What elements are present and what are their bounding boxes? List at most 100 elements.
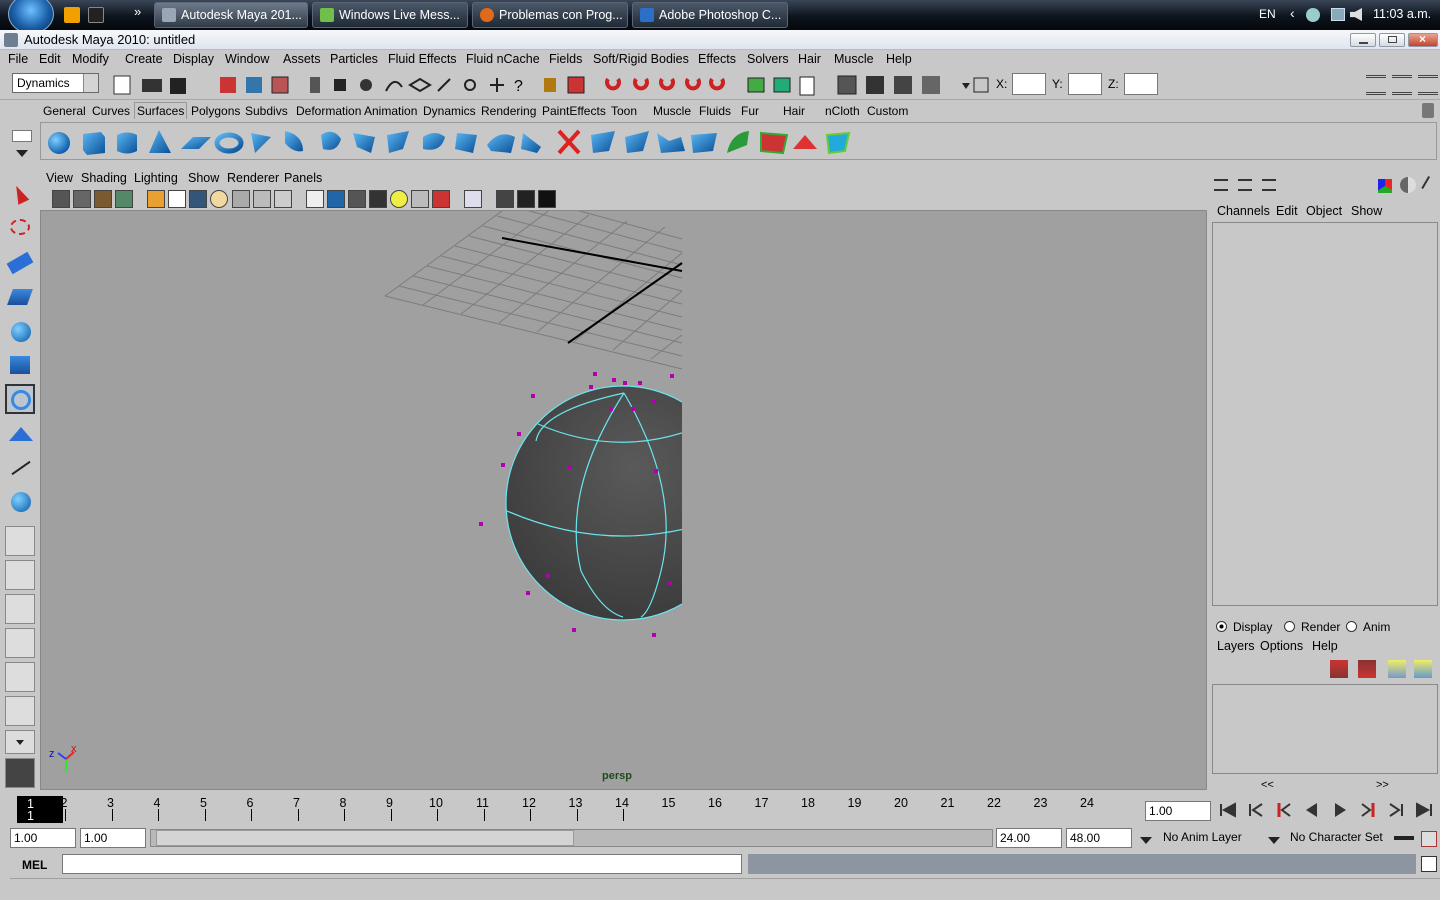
shelf-tab-general[interactable]: General xyxy=(43,104,86,118)
menu-muscle[interactable]: Muscle xyxy=(834,52,874,66)
end-dropdown-chevron-icon[interactable] xyxy=(1140,837,1152,844)
task-maya[interactable]: Autodesk Maya 201... xyxy=(154,2,308,28)
play-forwards-button[interactable] xyxy=(1329,800,1351,820)
menu-solvers[interactable]: Solvers xyxy=(747,52,789,66)
menu-particles[interactable]: Particles xyxy=(330,52,378,66)
shelf-tabs-toggle-icon[interactable] xyxy=(12,130,32,142)
smooth-shade-icon[interactable] xyxy=(327,190,345,208)
panel-menu-shading[interactable]: Shading xyxy=(81,171,127,185)
layer-scroll-left[interactable]: << xyxy=(1261,779,1274,791)
y-field[interactable] xyxy=(1068,73,1102,95)
channel-layer-icon[interactable] xyxy=(1262,179,1276,191)
panel-menu-lighting[interactable]: Lighting xyxy=(134,171,178,185)
task-firefox[interactable]: Problemas con Prog... xyxy=(472,2,628,28)
shelf-tab-animation[interactable]: Animation xyxy=(364,104,417,118)
panel-menu-show[interactable]: Show xyxy=(188,171,219,185)
image-plane-icon[interactable] xyxy=(115,190,133,208)
channel-menu-show[interactable]: Show xyxy=(1351,204,1382,218)
layout-graph-editor[interactable] xyxy=(5,696,35,726)
resolution-gate-icon[interactable] xyxy=(189,190,207,208)
channel-menu-edit[interactable]: Edit xyxy=(1276,204,1298,218)
viewport-persp[interactable]: z x persp xyxy=(40,210,1207,790)
layout-single-perspective[interactable] xyxy=(5,526,35,556)
camera-attributes-icon[interactable] xyxy=(73,190,91,208)
range-slider-handle[interactable] xyxy=(156,830,574,846)
shelf-tab-ncloth[interactable]: nCloth xyxy=(825,104,860,118)
x-field[interactable] xyxy=(1012,73,1046,95)
high-quality-icon[interactable] xyxy=(496,190,514,208)
people-tray-icon[interactable] xyxy=(1306,8,1320,22)
anim-layer-dropdown[interactable]: No Anim Layer xyxy=(1160,828,1260,848)
layout-hypershade[interactable] xyxy=(5,662,35,692)
menu-file[interactable]: File xyxy=(8,52,28,66)
gate-mask-icon[interactable] xyxy=(210,190,228,208)
tool-settings-toggle-icon[interactable] xyxy=(1392,75,1412,95)
shelf-tab-subdivs[interactable]: Subdivs xyxy=(245,104,288,118)
move-tool[interactable] xyxy=(5,282,35,312)
maximize-button[interactable] xyxy=(1379,33,1405,47)
menu-soft-rigid-bodies[interactable]: Soft/Rigid Bodies xyxy=(593,52,689,66)
playblast-icon[interactable] xyxy=(538,190,556,208)
soft-modification-tool[interactable] xyxy=(5,418,35,448)
range-slider[interactable] xyxy=(150,829,993,847)
menu-create[interactable]: Create xyxy=(125,52,163,66)
layer-list[interactable] xyxy=(1212,684,1438,774)
select-camera-icon[interactable] xyxy=(52,190,70,208)
shelf-tab-polygons[interactable]: Polygons xyxy=(191,104,240,118)
shading-toggle-icon[interactable] xyxy=(1400,177,1416,193)
z-field[interactable] xyxy=(1124,73,1158,95)
lights-icon[interactable] xyxy=(390,190,408,208)
clock[interactable]: 11:03 a.m. xyxy=(1373,7,1431,21)
character-set-dropdown[interactable]: No Character Set xyxy=(1287,828,1387,848)
paint-select-tool[interactable] xyxy=(5,248,35,278)
go-to-start-button[interactable] xyxy=(1217,800,1239,820)
safe-action-icon[interactable] xyxy=(253,190,271,208)
current-time-field[interactable]: 1.00 xyxy=(1145,801,1211,821)
layout-persp-graph[interactable] xyxy=(5,628,35,658)
minimize-button[interactable] xyxy=(1350,33,1376,47)
layout-persp-outliner[interactable] xyxy=(5,594,35,624)
media-player-icon[interactable] xyxy=(64,7,80,23)
shelf-tab-fluids[interactable]: Fluids xyxy=(699,104,731,118)
textured-icon[interactable] xyxy=(369,190,387,208)
layout-menu-button[interactable] xyxy=(5,730,35,754)
shelf-menu-chevron-icon[interactable] xyxy=(16,150,28,157)
maya-app-icon[interactable] xyxy=(4,33,18,47)
channel-box-toggle-icon[interactable] xyxy=(1418,75,1438,95)
command-input[interactable] xyxy=(62,854,742,874)
script-editor-icon[interactable] xyxy=(1421,856,1437,872)
field-chart-icon[interactable] xyxy=(232,190,250,208)
menu-fluid-ncache[interactable]: Fluid nCache xyxy=(466,52,540,66)
shelf-tab-rendering[interactable]: Rendering xyxy=(481,104,536,118)
playback-end-field[interactable]: 24.00 xyxy=(996,828,1062,848)
move-layer-down-icon[interactable] xyxy=(1358,660,1376,678)
film-gate-icon[interactable] xyxy=(168,190,186,208)
shelf-trash-icon[interactable] xyxy=(1422,103,1434,118)
lasso-tool[interactable] xyxy=(5,214,35,244)
show-manipulator-tool[interactable] xyxy=(5,452,35,482)
start-button[interactable] xyxy=(8,0,54,34)
menu-modify[interactable]: Modify xyxy=(72,52,109,66)
menu-edit[interactable]: Edit xyxy=(39,52,61,66)
quicklaunch-u-icon[interactable] xyxy=(88,7,104,23)
panel-menu-panels[interactable]: Panels xyxy=(284,171,322,185)
nurbs-sphere[interactable] xyxy=(479,372,740,637)
new-layer-selected-icon[interactable] xyxy=(1414,660,1432,678)
shelf-tab-custom[interactable]: Custom xyxy=(867,104,908,118)
isolate-select-icon[interactable] xyxy=(464,190,482,208)
go-to-end-button[interactable] xyxy=(1413,800,1435,820)
pen-icon[interactable] xyxy=(1421,175,1439,195)
layer-scroll-right[interactable]: >> xyxy=(1376,779,1389,791)
shadows-icon[interactable] xyxy=(411,190,429,208)
layout-four-view[interactable] xyxy=(5,560,35,590)
play-backwards-button[interactable] xyxy=(1301,800,1323,820)
rotate-tool[interactable] xyxy=(5,316,35,346)
quicklaunch-overflow[interactable]: » xyxy=(134,4,141,19)
menuset-dropdown[interactable]: Dynamics xyxy=(12,73,99,93)
step-back-frame-button[interactable] xyxy=(1245,800,1267,820)
shelf-tab-muscle[interactable]: Muscle xyxy=(653,104,691,118)
command-language-label[interactable]: MEL xyxy=(22,858,47,872)
layer-mode-anim[interactable]: Anim xyxy=(1346,620,1390,634)
shelf-tab-surfaces[interactable]: Surfaces xyxy=(134,102,188,119)
shelf-tab-fur[interactable]: Fur xyxy=(741,104,759,118)
